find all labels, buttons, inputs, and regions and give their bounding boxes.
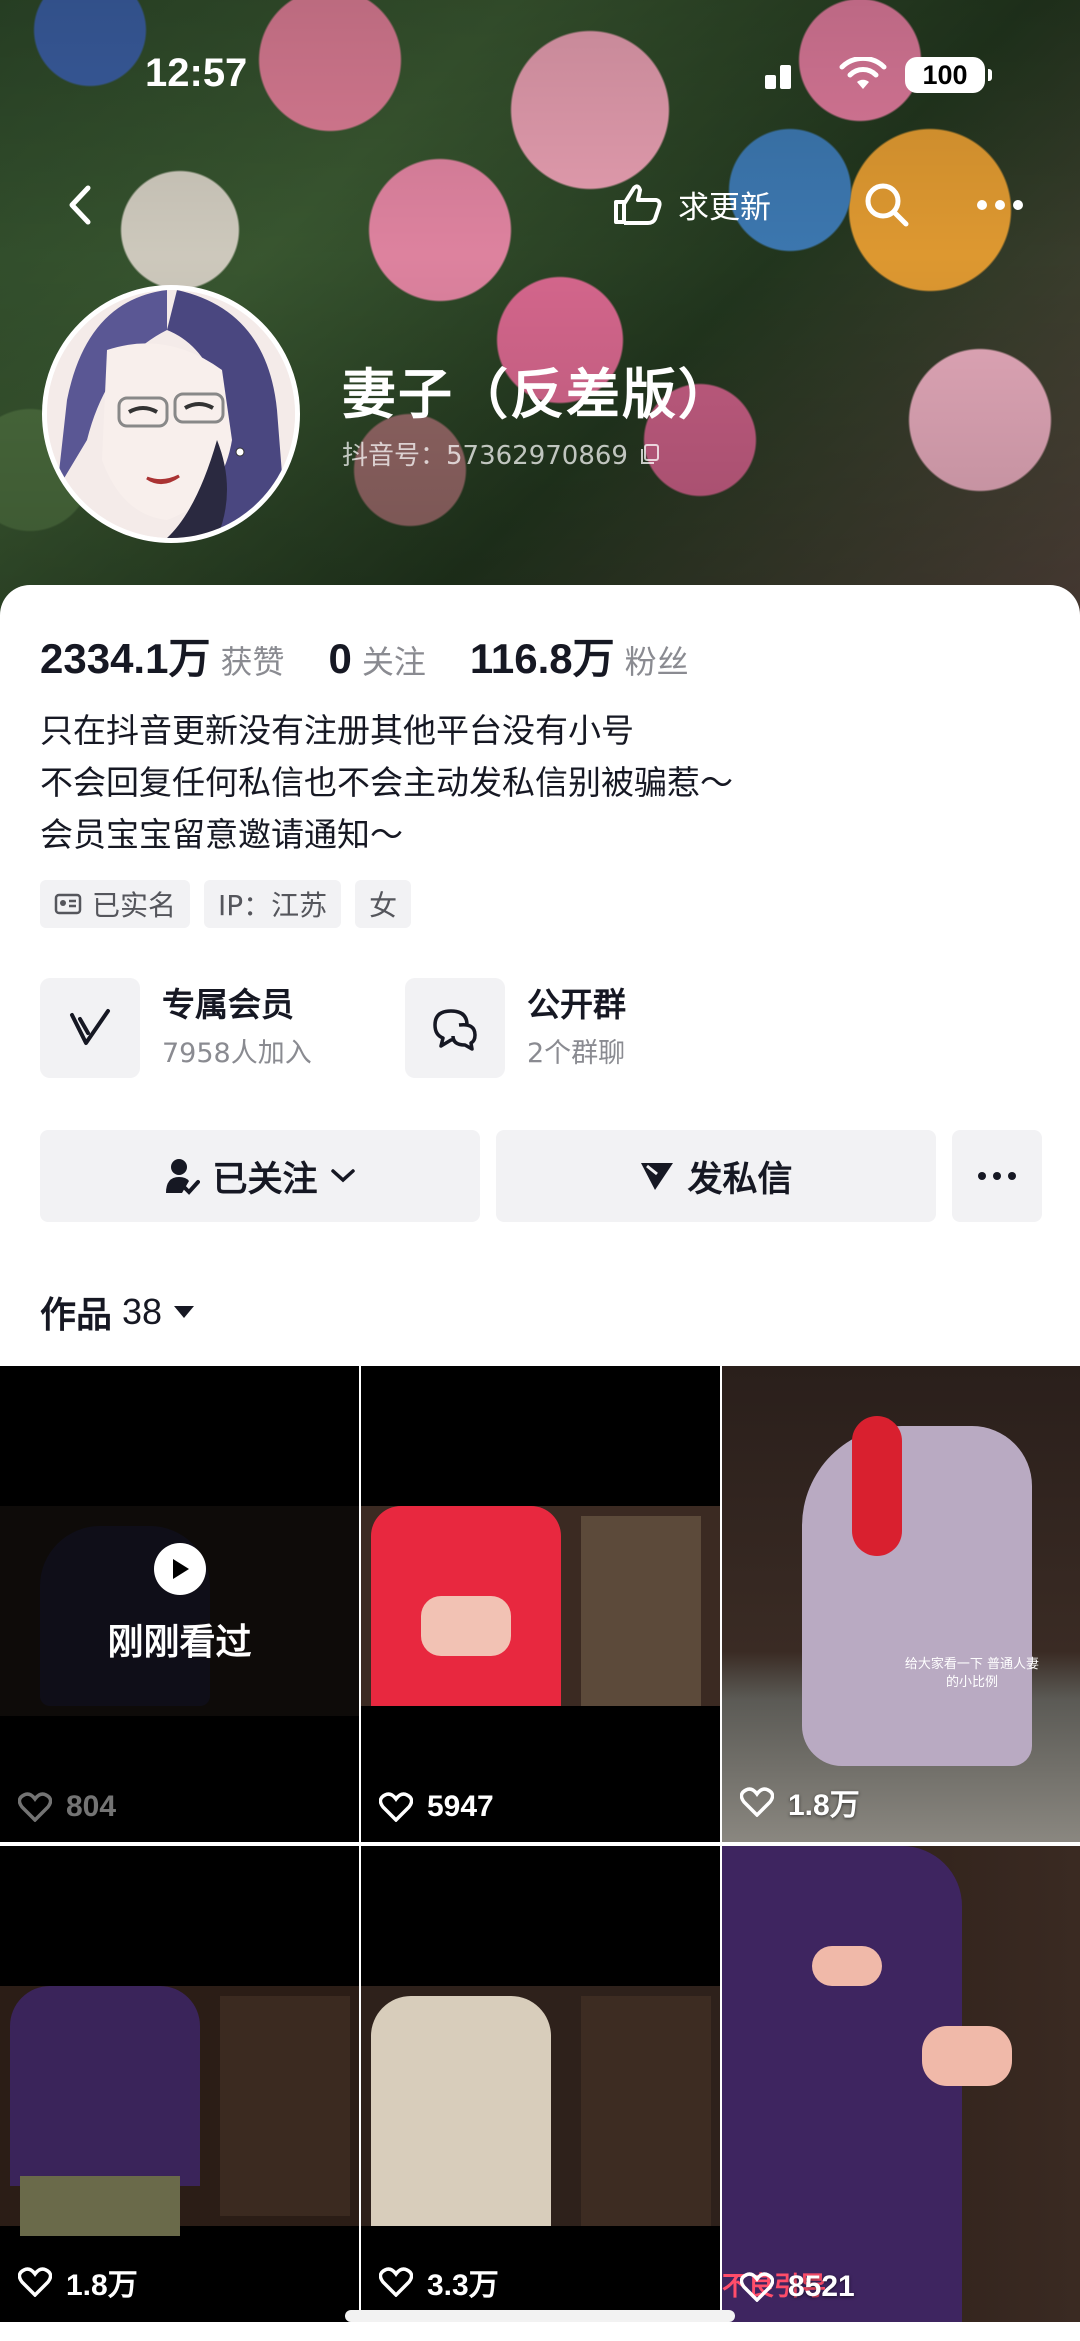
group-chat-title: 公开群: [527, 985, 626, 1024]
ip-location-label: IP：江苏: [218, 889, 328, 922]
top-nav: 求更新: [0, 170, 1080, 240]
stat-likes-value: 2334.1万: [40, 635, 211, 682]
video-likes: 8521: [740, 2270, 855, 2304]
video-likes-count: 5947: [427, 1790, 494, 1823]
video-tile[interactable]: 1.8万: [0, 1846, 359, 2322]
video-grid: 刚刚看过 804 5947 给大家看一下 普通人妻的小比例 1.8万 1.8万 …: [0, 1366, 1080, 2341]
verified-tag: 已实名: [40, 880, 191, 928]
recently-viewed-overlay: 刚刚看过: [0, 1366, 359, 1842]
bio-line: 只在抖音更新没有注册其他平台没有小号: [40, 711, 634, 750]
works-count: 38: [122, 1291, 163, 1332]
play-icon: [153, 1543, 206, 1595]
heart-icon: [740, 1787, 774, 1817]
recently-viewed-label: 刚刚看过: [107, 1622, 252, 1663]
video-likes-count: 3.3万: [427, 2269, 499, 2302]
search-icon[interactable]: [862, 180, 912, 230]
ip-location-tag: IP：江苏: [204, 880, 342, 928]
works-tab[interactable]: 作品 38: [40, 1286, 196, 1338]
membership-title: 专属会员: [162, 985, 294, 1024]
hand-point-icon: [614, 184, 662, 225]
heart-icon: [379, 2267, 413, 2297]
profile-stats: 2334.1万 获赞 0 关注 116.8万 粉丝: [40, 625, 733, 682]
more-options-icon[interactable]: [972, 180, 1028, 230]
membership-subtitle: 7958人加入: [162, 1038, 312, 1069]
wifi-icon: [839, 57, 887, 89]
request-update-label: 求更新: [678, 189, 771, 226]
heart-icon: [740, 2272, 774, 2302]
heart-icon: [18, 1792, 52, 1822]
id-card-icon: [54, 893, 82, 915]
group-chat-card[interactable]: 公开群 2个群聊: [405, 978, 770, 1078]
back-arrow-icon[interactable]: [58, 180, 108, 230]
video-likes: 804: [18, 1790, 116, 1824]
group-chat-subtitle: 2个群聊: [527, 1038, 626, 1069]
verified-tag-label: 已实名: [92, 889, 177, 922]
video-caption: 给大家看一下 普通人妻的小比例: [904, 1657, 1040, 1690]
video-likes: 1.8万: [18, 2260, 138, 2304]
more-horizontal-icon: [978, 1172, 1016, 1180]
gender-label: 女: [369, 889, 398, 922]
works-label: 作品: [40, 1295, 113, 1336]
video-likes-count: 804: [66, 1790, 117, 1823]
caret-down-icon: [174, 1306, 195, 1318]
video-tile[interactable]: 不良引导 8521: [722, 1846, 1080, 2322]
send-message-button[interactable]: 发私信: [496, 1130, 936, 1222]
video-tile[interactable]: 刚刚看过 804: [0, 1366, 359, 1842]
video-likes: 3.3万: [379, 2260, 499, 2304]
video-likes-count: 1.8万: [788, 1789, 860, 1822]
chat-bubbles-icon: [405, 978, 505, 1078]
feature-cards: 专属会员 7958人加入 公开群 2个群聊: [40, 978, 770, 1078]
heart-icon: [379, 1792, 413, 1822]
avatar-illustration: [47, 290, 295, 538]
stat-following[interactable]: 0 关注: [328, 635, 425, 683]
following-button-label: 已关注: [212, 1159, 318, 1200]
send-message-label: 发私信: [687, 1159, 793, 1200]
video-tile[interactable]: 3.3万: [361, 1846, 720, 2322]
profile-tags: 已实名 IP：江苏 女: [40, 880, 412, 928]
following-button[interactable]: 已关注: [40, 1130, 480, 1222]
home-indicator[interactable]: [345, 2310, 735, 2322]
video-tile[interactable]: 给大家看一下 普通人妻的小比例 1.8万: [722, 1366, 1080, 1842]
copy-icon[interactable]: [638, 442, 662, 466]
battery-indicator: 100: [905, 57, 992, 93]
video-tile[interactable]: 5947: [361, 1366, 720, 1842]
membership-card[interactable]: 专属会员 7958人加入: [40, 978, 405, 1078]
douyin-id-text: 抖音号：57362970869: [342, 441, 628, 471]
profile-actions: 已关注 发私信: [40, 1130, 1042, 1222]
user-check-icon: [166, 1159, 201, 1195]
stat-likes[interactable]: 2334.1万 获赞: [40, 625, 284, 686]
profile-bio: 只在抖音更新没有注册其他平台没有小号 不会回复任何私信也不会主动发私信别被骗惹～…: [40, 705, 733, 861]
gender-tag: 女: [355, 880, 412, 928]
bio-line: 不会回复任何私信也不会主动发私信别被骗惹～: [40, 763, 733, 802]
heart-icon: [18, 2267, 52, 2297]
stat-followers-value: 116.8万: [469, 635, 615, 682]
stat-likes-label: 获赞: [220, 643, 285, 681]
stat-following-value: 0: [328, 635, 352, 682]
v-badge-icon: [40, 978, 140, 1078]
more-actions-button[interactable]: [952, 1130, 1042, 1222]
avatar[interactable]: [42, 285, 300, 543]
send-icon: [641, 1163, 674, 1190]
request-update-button[interactable]: 求更新: [612, 178, 771, 230]
chevron-down-icon: [330, 1169, 355, 1183]
video-likes-count: 8521: [788, 2270, 855, 2303]
video-likes: 5947: [379, 1790, 494, 1824]
status-bar: 12:57 100: [0, 45, 1080, 105]
stat-followers-label: 粉丝: [624, 643, 689, 681]
douyin-id-row[interactable]: 抖音号：57362970869: [342, 435, 662, 472]
stat-followers[interactable]: 116.8万 粉丝: [470, 625, 689, 686]
bio-line: 会员宝宝留意邀请通知～: [40, 815, 403, 854]
video-likes: 1.8万: [740, 1780, 860, 1824]
status-time: 12:57: [145, 51, 248, 95]
profile-name: 妻子（反差版）: [342, 363, 734, 426]
stat-following-label: 关注: [361, 643, 426, 681]
cellular-signal-icon: [765, 63, 795, 89]
video-likes-count: 1.8万: [66, 2269, 138, 2302]
